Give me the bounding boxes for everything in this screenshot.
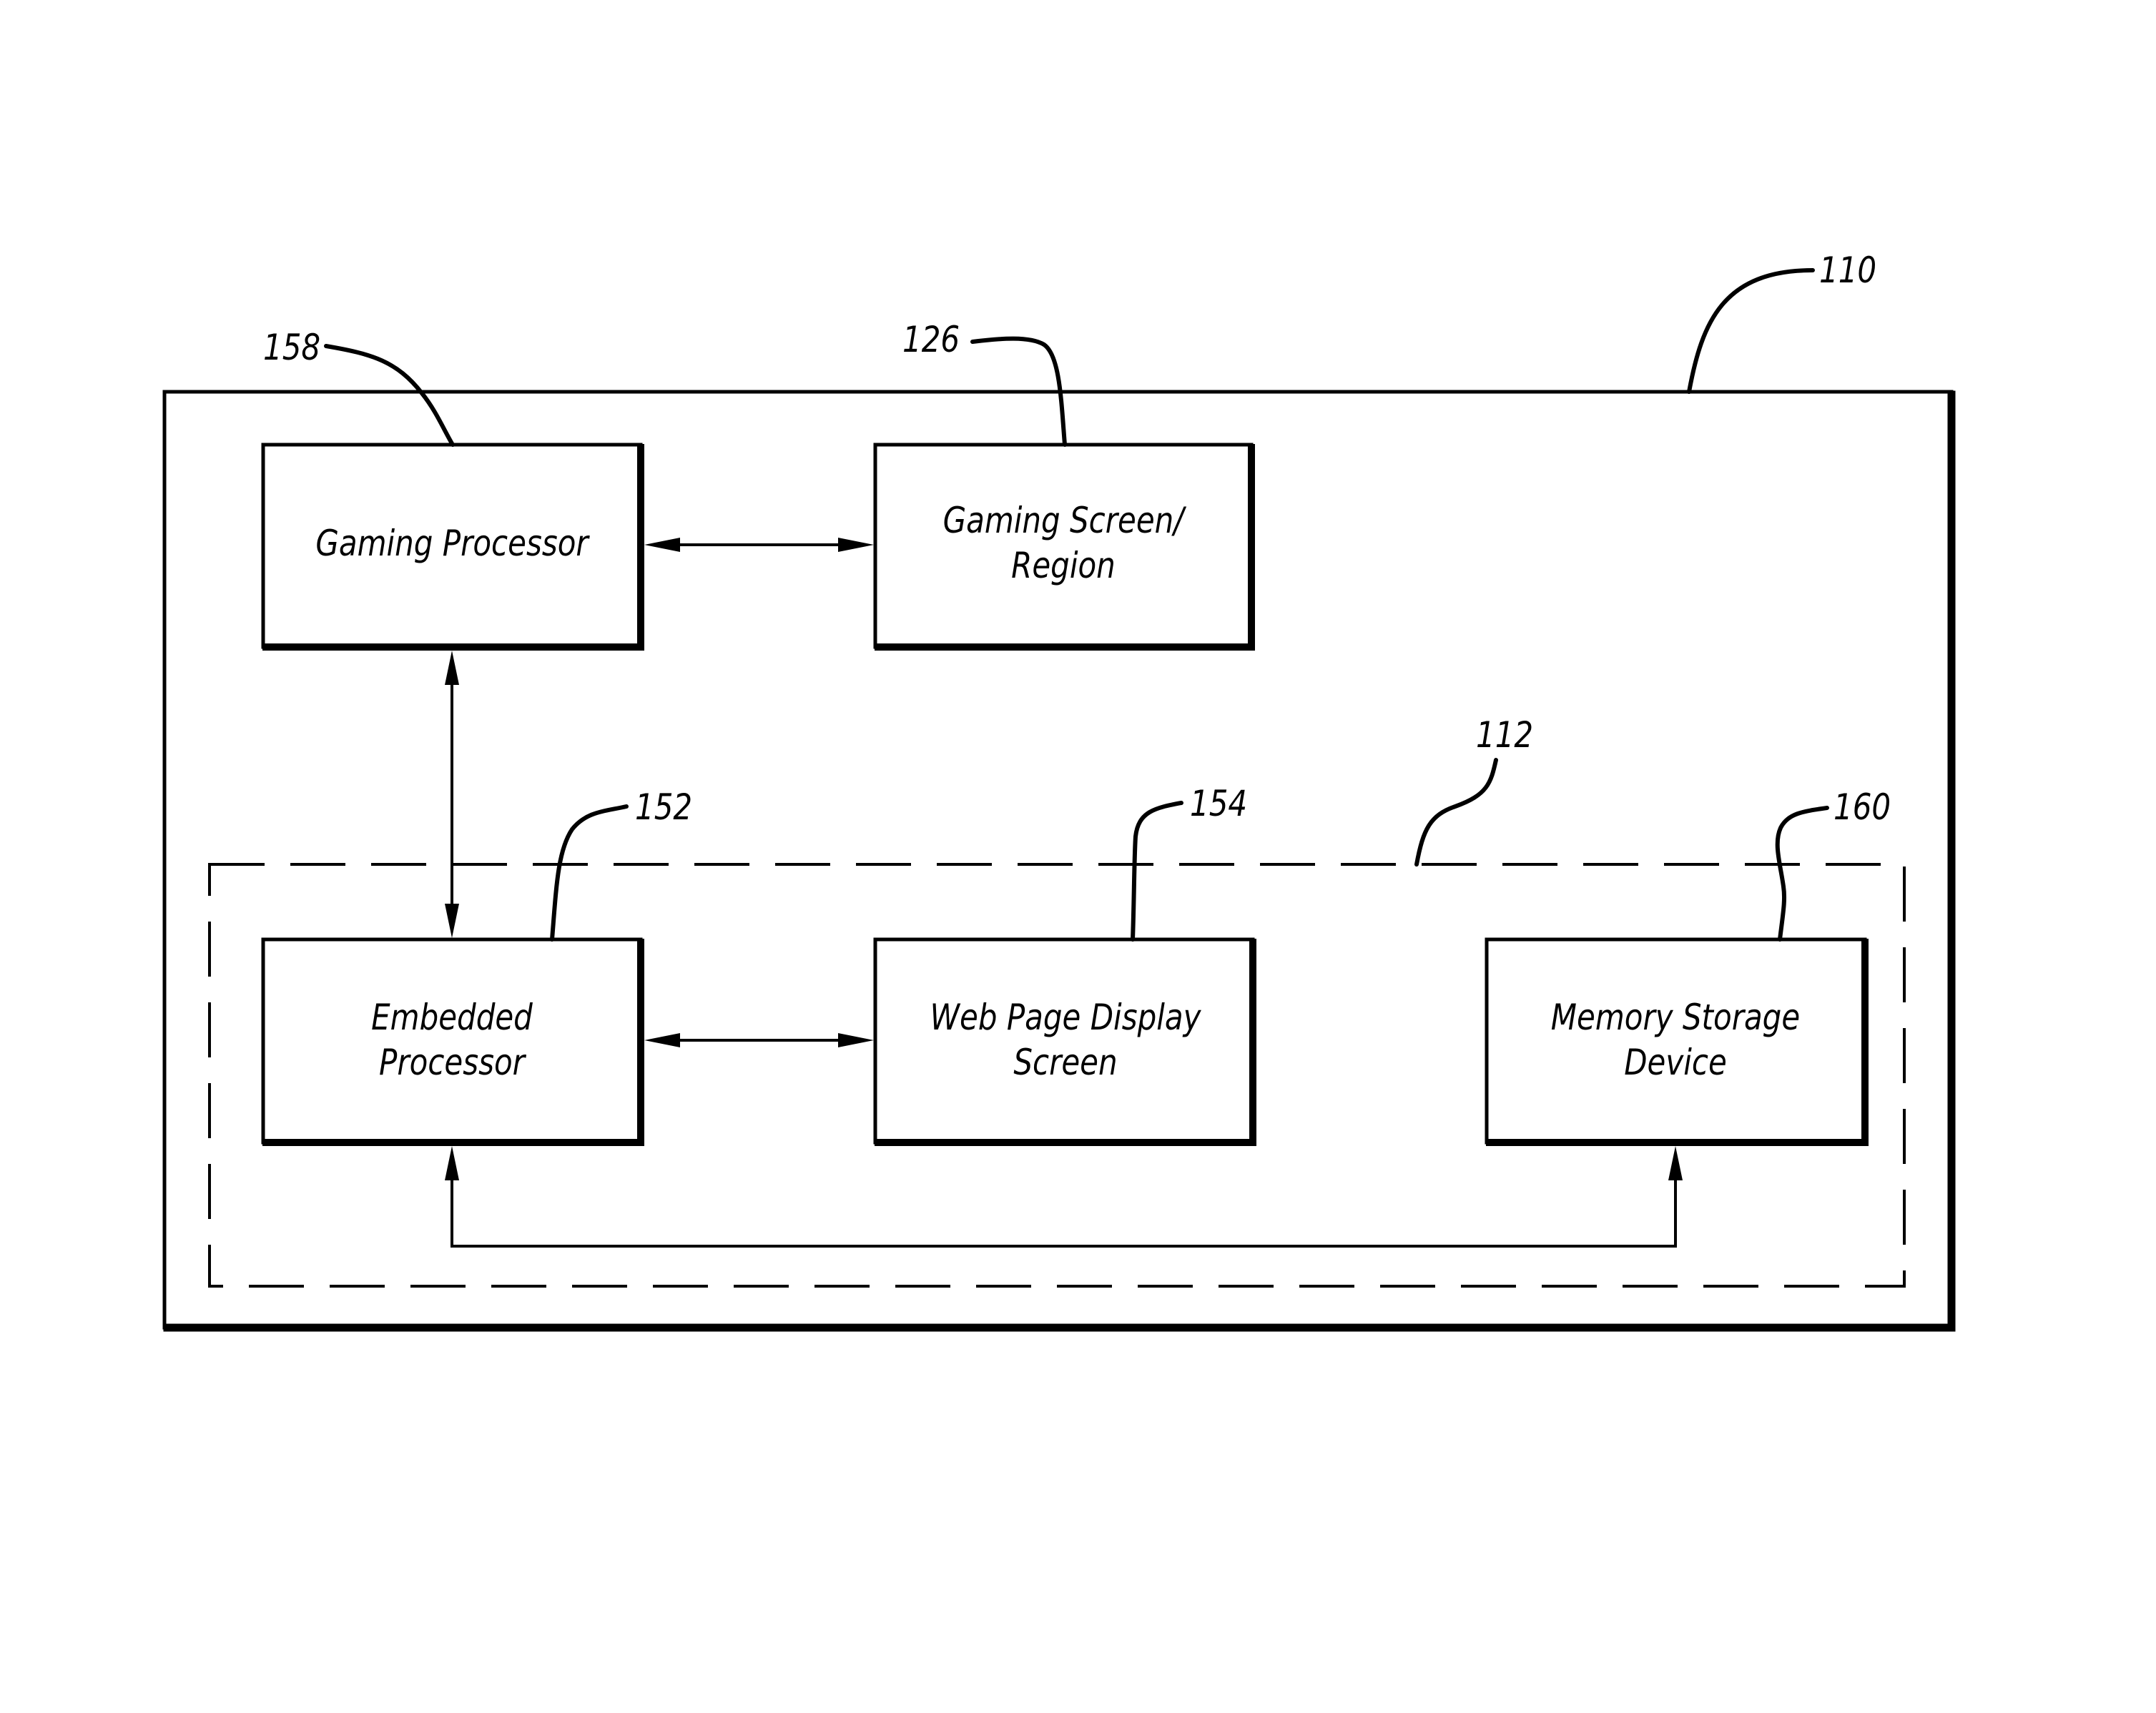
leader-line <box>324 344 455 447</box>
reference-110: 110 <box>1687 249 1876 394</box>
leader-line <box>550 804 629 942</box>
connector-embedded-processor-memory-storage <box>445 1146 1683 1248</box>
reference-numeral: 154 <box>1190 782 1247 824</box>
reference-112: 112 <box>1414 714 1533 867</box>
block-diagram: Gaming Processor Gaming Screen/ Region E… <box>162 249 1956 1332</box>
block-memory-storage-device: Memory Storage Device <box>1485 937 1869 1146</box>
block-label-line-1: Gaming Screen/ <box>943 499 1187 540</box>
arrowhead-right-icon <box>838 1033 874 1047</box>
reference-numeral: 110 <box>1819 249 1876 290</box>
block-label-line-2: Region <box>1011 544 1116 586</box>
reference-154: 154 <box>1131 782 1247 942</box>
arrowhead-up-icon <box>445 651 459 685</box>
block-gaming-processor: Gaming Processor <box>261 443 644 651</box>
block-web-page-display-screen: Web Page Display Screen <box>873 937 1256 1146</box>
arrowhead-left-icon <box>644 1033 680 1047</box>
reference-numeral: 112 <box>1476 714 1533 755</box>
block-embedded-processor: Embedded Processor <box>261 937 644 1146</box>
block-label-line-2: Device <box>1624 1041 1727 1082</box>
reference-126: 126 <box>902 318 1067 447</box>
connector-line <box>451 1158 1677 1248</box>
connector-embedded-processor-web-page-display <box>644 1033 874 1047</box>
reference-160: 160 <box>1775 786 1891 942</box>
reference-158: 158 <box>263 326 455 447</box>
arrowhead-up-icon <box>445 1146 459 1180</box>
connector-gaming-processor-embedded-processor <box>445 651 459 938</box>
reference-numeral: 126 <box>902 318 960 360</box>
connector-gaming-processor-gaming-screen <box>644 538 874 552</box>
block-label: Gaming Processor <box>315 522 590 563</box>
block-label-line-2: Screen <box>1013 1041 1117 1082</box>
reference-numeral: 160 <box>1833 786 1891 827</box>
leader-line <box>1775 806 1829 942</box>
reference-numeral: 158 <box>263 326 320 367</box>
leader-line <box>1687 268 1815 394</box>
block-label-line-1: Memory Storage <box>1551 996 1800 1037</box>
reference-152: 152 <box>550 786 692 942</box>
arrowhead-right-icon <box>838 538 874 552</box>
leader-line <box>1131 801 1183 942</box>
block-label-line-1: Web Page Display <box>930 996 1202 1037</box>
patent-figure: Gaming Processor Gaming Screen/ Region E… <box>0 0 2156 1709</box>
reference-numeral: 152 <box>635 786 692 827</box>
block-label-line-1: Embedded <box>371 996 533 1037</box>
arrowhead-left-icon <box>644 538 680 552</box>
arrowhead-up-icon <box>1668 1146 1683 1180</box>
block-label-line-2: Processor <box>379 1041 527 1082</box>
block-gaming-screen: Gaming Screen/ Region <box>873 443 1255 651</box>
leader-line <box>1414 758 1498 867</box>
arrowhead-down-icon <box>445 904 459 938</box>
